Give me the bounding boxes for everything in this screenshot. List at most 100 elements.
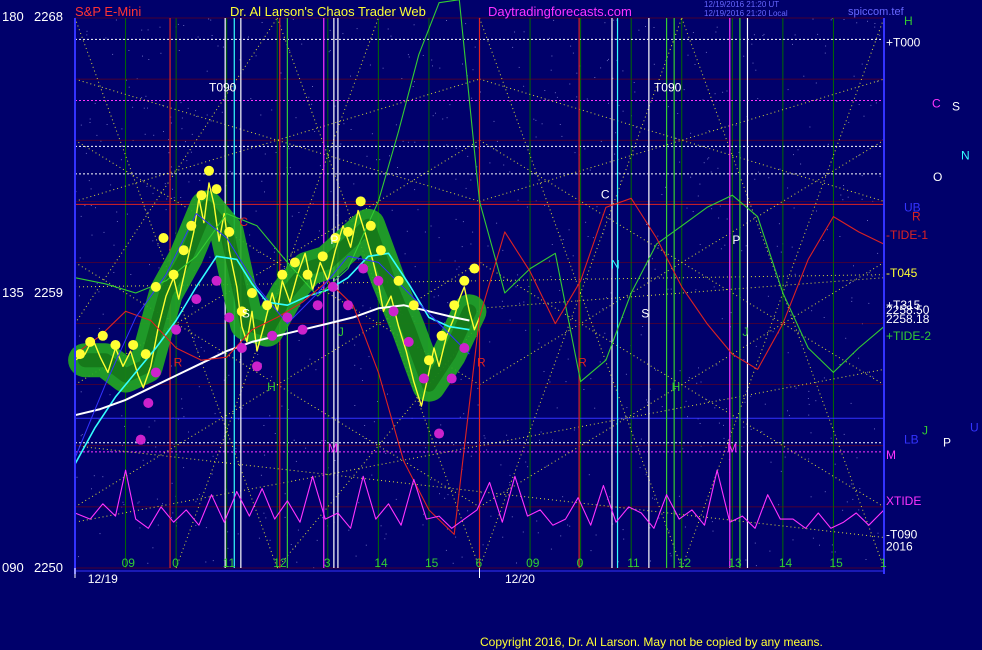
chart-title: Dr. Al Larson's Chaos Trader Web bbox=[230, 4, 426, 19]
star-dot bbox=[149, 264, 150, 266]
star-dot bbox=[260, 114, 262, 116]
star-dot bbox=[429, 290, 431, 292]
star-dot bbox=[109, 451, 111, 453]
star-dot bbox=[554, 92, 556, 94]
star-dot bbox=[523, 301, 525, 303]
star-dot bbox=[130, 274, 132, 275]
star-dot bbox=[568, 229, 570, 231]
star-dot bbox=[726, 408, 727, 410]
star-dot bbox=[456, 268, 458, 270]
star-dot bbox=[463, 413, 465, 415]
star-dot bbox=[181, 128, 183, 130]
star-dot bbox=[633, 82, 635, 83]
star-dot bbox=[718, 422, 720, 424]
star-dot bbox=[442, 118, 444, 120]
star-dot bbox=[315, 369, 317, 371]
star-dot bbox=[797, 149, 799, 151]
star-dot bbox=[874, 428, 875, 430]
star-dot bbox=[76, 476, 78, 478]
star-dot bbox=[439, 67, 441, 69]
star-dot bbox=[316, 539, 318, 541]
star-dot bbox=[406, 230, 408, 232]
yellow-dot bbox=[459, 275, 470, 286]
star-dot bbox=[214, 413, 216, 415]
star-dot bbox=[88, 180, 90, 182]
star-dot bbox=[512, 46, 514, 48]
star-dot bbox=[872, 376, 874, 378]
magenta-dot bbox=[403, 336, 414, 347]
star-dot bbox=[743, 426, 745, 428]
star-dot bbox=[604, 332, 606, 334]
star-dot bbox=[652, 497, 653, 499]
star-dot bbox=[407, 141, 409, 143]
star-dot bbox=[171, 482, 173, 484]
star-dot bbox=[716, 364, 718, 366]
site-link[interactable]: Daytradingforecasts.com bbox=[488, 4, 632, 19]
star-dot bbox=[645, 470, 647, 472]
in-chart-label: R bbox=[477, 355, 486, 369]
star-dot bbox=[324, 440, 326, 442]
star-dot bbox=[670, 288, 672, 290]
star-dot bbox=[96, 283, 98, 285]
star-dot bbox=[80, 215, 82, 217]
star-dot bbox=[387, 28, 389, 30]
star-dot bbox=[698, 367, 699, 369]
star-dot bbox=[570, 45, 572, 47]
x-tick-label: 11 bbox=[627, 556, 640, 570]
star-dot bbox=[280, 72, 282, 74]
magenta-dot bbox=[282, 312, 293, 323]
star-dot bbox=[273, 251, 275, 253]
star-dot bbox=[455, 218, 457, 220]
star-dot bbox=[228, 374, 230, 376]
star-dot bbox=[387, 174, 388, 176]
star-dot bbox=[741, 250, 743, 252]
star-dot bbox=[661, 406, 663, 408]
star-dot bbox=[195, 524, 197, 526]
star-dot bbox=[565, 381, 567, 383]
star-dot bbox=[121, 128, 123, 130]
star-dot bbox=[185, 141, 186, 143]
star-dot bbox=[430, 479, 431, 481]
star-dot bbox=[482, 544, 484, 546]
star-dot bbox=[180, 102, 182, 104]
star-dot bbox=[408, 56, 410, 58]
star-dot bbox=[824, 491, 826, 493]
star-dot bbox=[721, 318, 723, 320]
star-dot bbox=[699, 423, 701, 424]
star-dot bbox=[539, 439, 541, 441]
star-dot bbox=[634, 91, 636, 93]
star-dot bbox=[831, 544, 833, 546]
star-dot bbox=[850, 483, 852, 485]
star-dot bbox=[141, 29, 143, 31]
in-chart-label: C bbox=[601, 187, 610, 201]
right-label: 2258.18 bbox=[886, 312, 930, 326]
star-dot bbox=[382, 67, 384, 69]
star-dot bbox=[301, 43, 303, 45]
star-dot bbox=[825, 45, 827, 47]
star-dot bbox=[684, 526, 686, 528]
star-dot bbox=[687, 54, 689, 56]
timestamp-local: 12/19/2016 21:20 Local bbox=[704, 9, 788, 18]
star-dot bbox=[162, 104, 164, 106]
star-dot bbox=[708, 130, 710, 131]
star-dot bbox=[778, 504, 780, 506]
star-dot bbox=[329, 50, 331, 51]
star-dot bbox=[113, 272, 115, 273]
star-dot bbox=[231, 172, 233, 173]
star-dot bbox=[262, 298, 263, 300]
star-dot bbox=[867, 20, 868, 22]
star-dot bbox=[879, 34, 881, 36]
star-dot bbox=[824, 52, 826, 54]
star-dot bbox=[483, 435, 485, 437]
x-tick-label: 12 bbox=[678, 556, 692, 570]
star-dot bbox=[856, 22, 858, 24]
star-dot bbox=[188, 431, 189, 433]
yellow-dot bbox=[158, 233, 169, 243]
star-dot bbox=[440, 424, 442, 426]
star-dot bbox=[241, 407, 243, 409]
star-dot bbox=[153, 134, 155, 136]
star-dot bbox=[523, 31, 525, 33]
star-dot bbox=[360, 368, 362, 370]
star-dot bbox=[640, 438, 642, 440]
star-dot bbox=[787, 89, 789, 91]
